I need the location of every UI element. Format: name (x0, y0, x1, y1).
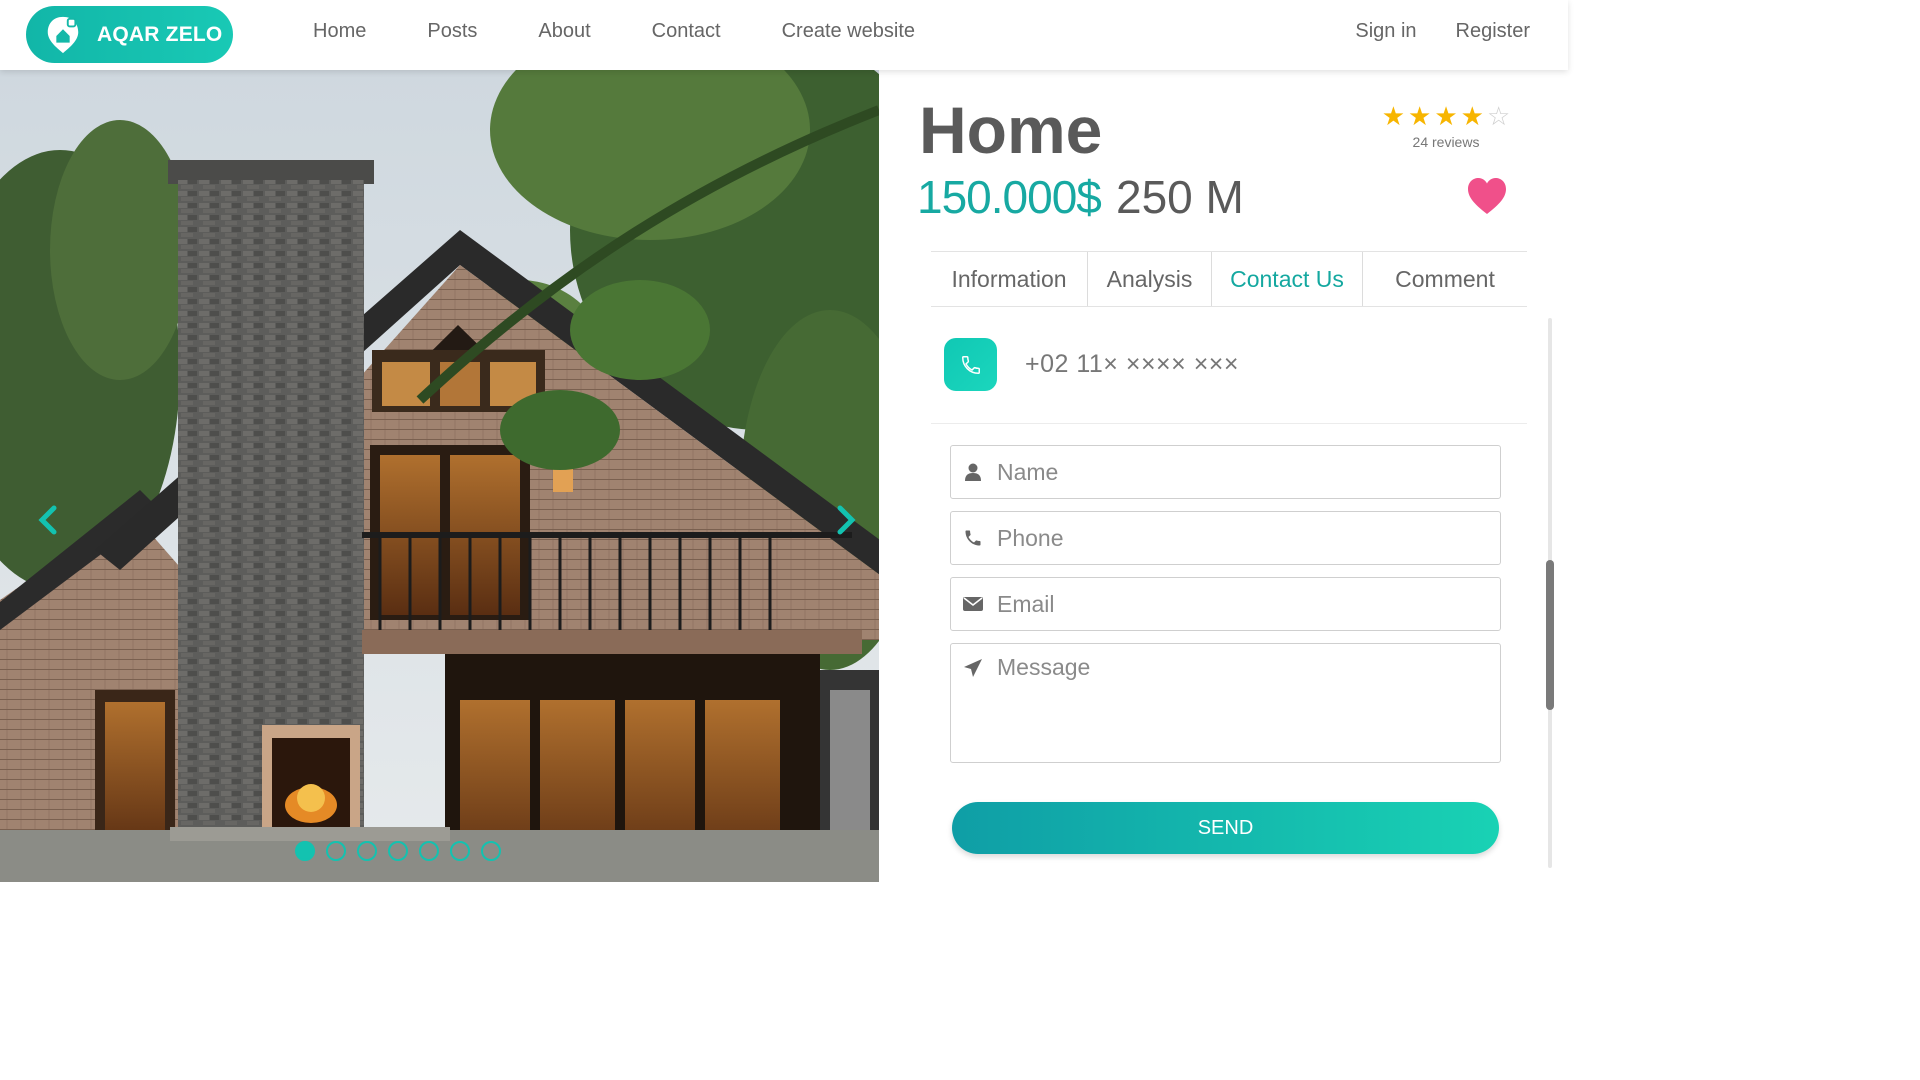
carousel-dot[interactable] (419, 841, 439, 861)
carousel-dot[interactable] (295, 841, 315, 861)
listing-title: Home (919, 93, 1103, 167)
email-input[interactable] (997, 590, 1477, 618)
phone-icon (962, 527, 984, 549)
auth-links: Sign in Register (1316, 20, 1530, 43)
star-icon: ★ (1460, 102, 1484, 132)
name-input[interactable] (997, 458, 1477, 486)
heart-icon (1468, 178, 1506, 214)
nav-contact[interactable]: Contact (652, 20, 721, 43)
rating-widget: ★ ★ ★ ★ ☆ 24 reviews (1376, 104, 1516, 150)
star-icon: ★ (1434, 102, 1458, 132)
chevron-right-icon (837, 505, 856, 535)
nav-create-website[interactable]: Create website (782, 20, 915, 43)
call-button[interactable] (944, 338, 997, 391)
star-icon: ★ (1381, 102, 1406, 132)
star-empty-icon: ☆ (1486, 102, 1511, 132)
main-nav: Home Posts About Contact Create website (313, 20, 976, 43)
star-rating[interactable]: ★ ★ ★ ★ ☆ (1376, 104, 1516, 130)
message-field (950, 643, 1501, 763)
carousel-dot[interactable] (388, 841, 408, 861)
nav-about[interactable]: About (538, 20, 590, 43)
phone-input[interactable] (997, 524, 1477, 552)
top-navbar: AQAR ZELO Home Posts About Contact Creat… (0, 0, 1568, 70)
favorite-button[interactable] (1466, 176, 1508, 216)
phone-field (950, 511, 1501, 565)
carousel-dot[interactable] (450, 841, 470, 861)
listing-price: 150.000$ (917, 171, 1102, 223)
contact-phone-row: +02 11× ×××× ××× (931, 318, 1527, 424)
nav-home[interactable]: Home (313, 20, 366, 43)
phone-icon (961, 355, 980, 374)
tab-information[interactable]: Information (931, 252, 1088, 306)
carousel-next-button[interactable] (830, 500, 860, 540)
email-field (950, 577, 1501, 631)
listing-tabs: Information Analysis Contact Us Comment (931, 251, 1527, 307)
reviews-count: 24 reviews (1412, 134, 1480, 150)
chevron-left-icon (38, 505, 57, 535)
message-input[interactable] (997, 654, 1477, 754)
listing-area: 250 M (1116, 171, 1244, 223)
logo-icon (47, 16, 79, 53)
property-image-carousel (0, 70, 879, 882)
register-link[interactable]: Register (1456, 20, 1530, 43)
star-icon: ★ (1408, 102, 1432, 132)
brand-name: AQAR ZELO (97, 22, 223, 46)
carousel-indicators (295, 841, 512, 861)
nav-posts[interactable]: Posts (427, 20, 477, 43)
phone-number: +02 11× ×××× ××× (1025, 350, 1239, 378)
carousel-dot[interactable] (481, 841, 501, 861)
send-plane-icon (962, 657, 984, 679)
scrollbar-thumb[interactable] (1546, 560, 1554, 710)
name-field (950, 445, 1501, 499)
tab-analysis[interactable]: Analysis (1088, 252, 1212, 306)
user-icon (962, 461, 984, 483)
send-button[interactable]: SEND (952, 802, 1499, 854)
carousel-prev-button[interactable] (34, 500, 64, 540)
brand-logo[interactable]: AQAR ZELO (26, 6, 233, 63)
tab-comment[interactable]: Comment (1363, 252, 1527, 306)
envelope-icon (962, 593, 984, 615)
sign-in-link[interactable]: Sign in (1355, 20, 1416, 43)
carousel-dot[interactable] (326, 841, 346, 861)
carousel-dot[interactable] (357, 841, 377, 861)
tab-contact-us[interactable]: Contact Us (1212, 252, 1363, 306)
house-photo (0, 70, 879, 882)
